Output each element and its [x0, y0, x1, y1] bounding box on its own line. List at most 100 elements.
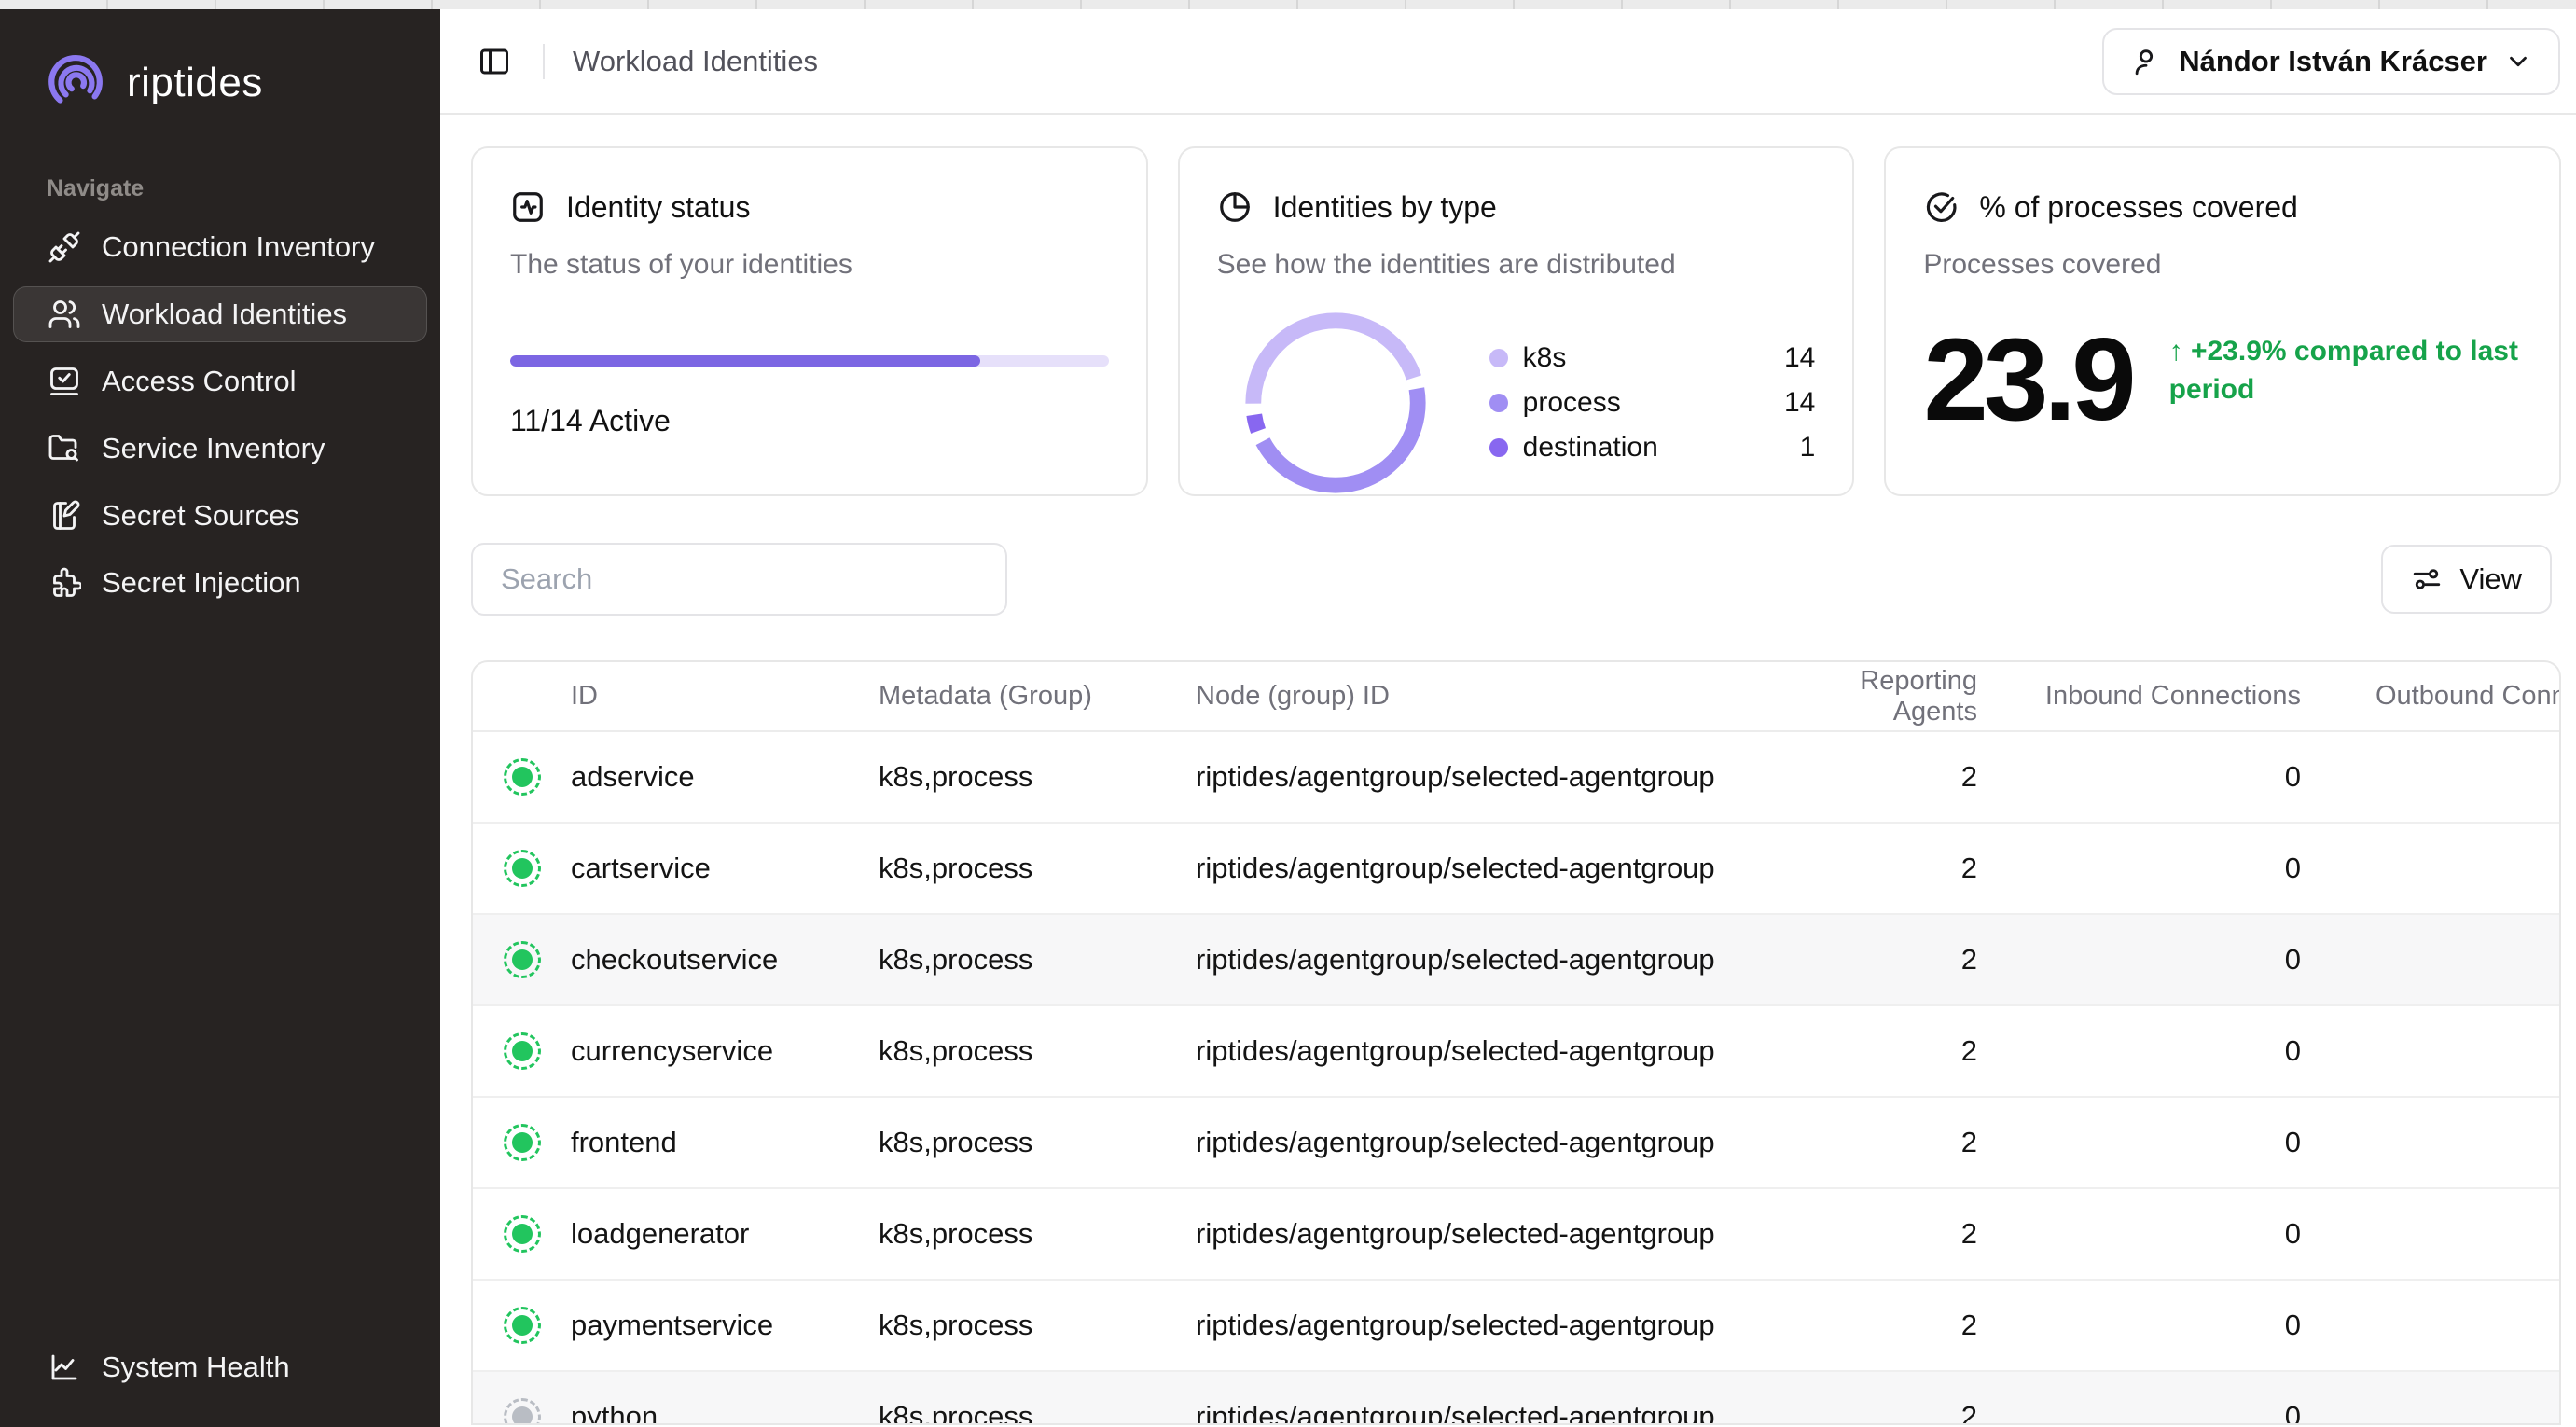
status-active-icon	[504, 1124, 541, 1161]
table-row[interactable]: paymentservicek8s,processriptides/agentg…	[473, 1281, 2559, 1372]
cell-node: riptides/agentgroup/selected-agentgroup	[1196, 1217, 1774, 1251]
pie-chart-icon	[1217, 189, 1253, 225]
column-header-reporting-agents: Reporting Agents	[1774, 666, 1979, 727]
sidebar-item-connection-inventory[interactable]: Connection Inventory	[13, 219, 427, 275]
processes-covered-card: % of processes covered Processes covered…	[1884, 146, 2561, 496]
legend-item-destination: destination1	[1489, 432, 1816, 464]
cell-id: currencyservice	[571, 1034, 879, 1068]
cell-node: riptides/agentgroup/selected-agentgroup	[1196, 1034, 1774, 1068]
browser-chrome-sliver	[0, 0, 2576, 9]
sidebar-item-label: System Health	[102, 1351, 290, 1384]
card-subtitle: Processes covered	[1923, 249, 2522, 281]
table-body: adservicek8s,processriptides/agentgroup/…	[473, 732, 2559, 1425]
sidebar-item-label: Workload Identities	[102, 298, 347, 331]
sidebar-item-secret-injection[interactable]: Secret Injection	[13, 555, 427, 611]
brand-name: riptides	[127, 60, 263, 106]
unplug-icon	[48, 230, 81, 264]
table-row[interactable]: adservicek8s,processriptides/agentgroup/…	[473, 732, 2559, 824]
activity-square-icon	[510, 189, 546, 225]
table-row[interactable]: pythonk8s,processriptides/agentgroup/sel…	[473, 1372, 2559, 1425]
cell-id: adservice	[571, 760, 879, 794]
table-row[interactable]: cartservicek8s,processriptides/agentgrou…	[473, 824, 2559, 915]
legend-dot	[1489, 349, 1508, 367]
sidebar-item-access-control[interactable]: Access Control	[13, 353, 427, 409]
sidebar-toggle-button[interactable]	[474, 41, 515, 82]
cell-id: checkoutservice	[571, 943, 879, 977]
sidebar-item-label: Secret Injection	[102, 566, 301, 600]
folder-search-icon	[48, 432, 81, 465]
status-active-icon	[504, 850, 541, 887]
processes-covered-value: 23.9	[1923, 322, 2131, 438]
circle-check-icon	[1923, 189, 1959, 225]
brand-logo[interactable]: riptides	[0, 52, 440, 114]
legend-value: 14	[1784, 387, 1815, 419]
cell-node: riptides/agentgroup/selected-agentgroup	[1196, 1400, 1774, 1425]
cell-id: frontend	[571, 1126, 879, 1159]
cell-reporting-agents: 2	[1774, 943, 1979, 977]
legend-dot	[1489, 394, 1508, 412]
legend-item-k8s: k8s14	[1489, 342, 1816, 374]
cell-inbound-connections: 0	[1979, 1309, 2303, 1342]
sidebar-item-system-health[interactable]: System Health	[13, 1339, 427, 1395]
table-header-row: IDMetadata (Group)Node (group) IDReporti…	[473, 662, 2559, 732]
cell-node: riptides/agentgroup/selected-agentgroup	[1196, 852, 1774, 885]
table-row[interactable]: loadgeneratork8s,processriptides/agentgr…	[473, 1189, 2559, 1281]
column-header-node-group-id: Node (group) ID	[1196, 681, 1774, 712]
identities-table: IDMetadata (Group)Node (group) IDReporti…	[471, 660, 2561, 1425]
riptides-logo-icon	[47, 52, 108, 114]
breadcrumb: Workload Identities	[573, 45, 818, 78]
search-input[interactable]	[471, 543, 1007, 616]
sidebar-item-workload-identities[interactable]: Workload Identities	[13, 286, 427, 342]
status-active-icon	[504, 1307, 541, 1344]
identities-donut-chart	[1238, 305, 1433, 501]
user-icon	[2130, 46, 2162, 77]
card-subtitle: See how the identities are distributed	[1217, 249, 1816, 281]
cell-inbound-connections: 0	[1979, 852, 2303, 885]
cell-metadata: k8s,process	[879, 1400, 1196, 1425]
legend-item-process: process14	[1489, 387, 1816, 419]
column-header-metadata-group-: Metadata (Group)	[879, 681, 1196, 712]
cell-metadata: k8s,process	[879, 1217, 1196, 1251]
sliders-icon	[2411, 563, 2443, 595]
user-menu-button[interactable]: Nándor István Krácser	[2102, 28, 2560, 95]
cell-inbound-connections: 0	[1979, 1034, 2303, 1068]
cell-inbound-connections: 0	[1979, 760, 2303, 794]
cell-node: riptides/agentgroup/selected-agentgroup	[1196, 943, 1774, 977]
sidebar-item-label: Connection Inventory	[102, 230, 375, 264]
cell-inbound-connections: 0	[1979, 1400, 2303, 1425]
donut-legend: k8s14 process14 destination1	[1489, 342, 1816, 464]
view-button-label: View	[2459, 562, 2522, 596]
card-title: Identities by type	[1273, 190, 1497, 225]
cell-id: cartservice	[571, 852, 879, 885]
cell-reporting-agents: 2	[1774, 1034, 1979, 1068]
cell-metadata: k8s,process	[879, 1309, 1196, 1342]
cell-metadata: k8s,process	[879, 1034, 1196, 1068]
nav-section-label: Navigate	[0, 114, 440, 219]
sidebar: riptides Navigate Connection Inventory Wo…	[0, 9, 440, 1427]
identity-progress-fill	[510, 355, 980, 367]
legend-dot	[1489, 438, 1508, 457]
notebook-pen-icon	[48, 499, 81, 533]
sidebar-item-service-inventory[interactable]: Service Inventory	[13, 421, 427, 477]
sidebar-item-secret-sources[interactable]: Secret Sources	[13, 488, 427, 544]
column-header-outbound-conn: Outbound Conn	[2303, 681, 2559, 712]
table-row[interactable]: currencyservicek8s,processriptides/agent…	[473, 1006, 2559, 1098]
legend-label: destination	[1523, 432, 1800, 464]
users-icon	[48, 298, 81, 331]
status-active-icon	[504, 1032, 541, 1070]
card-subtitle: The status of your identities	[510, 249, 1109, 281]
view-button[interactable]: View	[2381, 545, 2552, 614]
table-row[interactable]: frontendk8s,processriptides/agentgroup/s…	[473, 1098, 2559, 1189]
cell-metadata: k8s,process	[879, 943, 1196, 977]
main-area: Workload Identities Nándor István Krácse…	[440, 9, 2576, 1427]
legend-label: process	[1523, 387, 1784, 419]
cell-inbound-connections: 0	[1979, 943, 2303, 977]
cell-node: riptides/agentgroup/selected-agentgroup	[1196, 1126, 1774, 1159]
cell-node: riptides/agentgroup/selected-agentgroup	[1196, 1309, 1774, 1342]
table-row[interactable]: checkoutservicek8s,processriptides/agent…	[473, 915, 2559, 1006]
cell-id: python	[571, 1400, 879, 1425]
column-header-inbound-connections: Inbound Connections	[1979, 681, 2303, 712]
sidebar-nav: Connection Inventory Workload Identities A…	[0, 219, 440, 611]
inbox-check-icon	[48, 365, 81, 398]
cell-id: loadgenerator	[571, 1217, 879, 1251]
